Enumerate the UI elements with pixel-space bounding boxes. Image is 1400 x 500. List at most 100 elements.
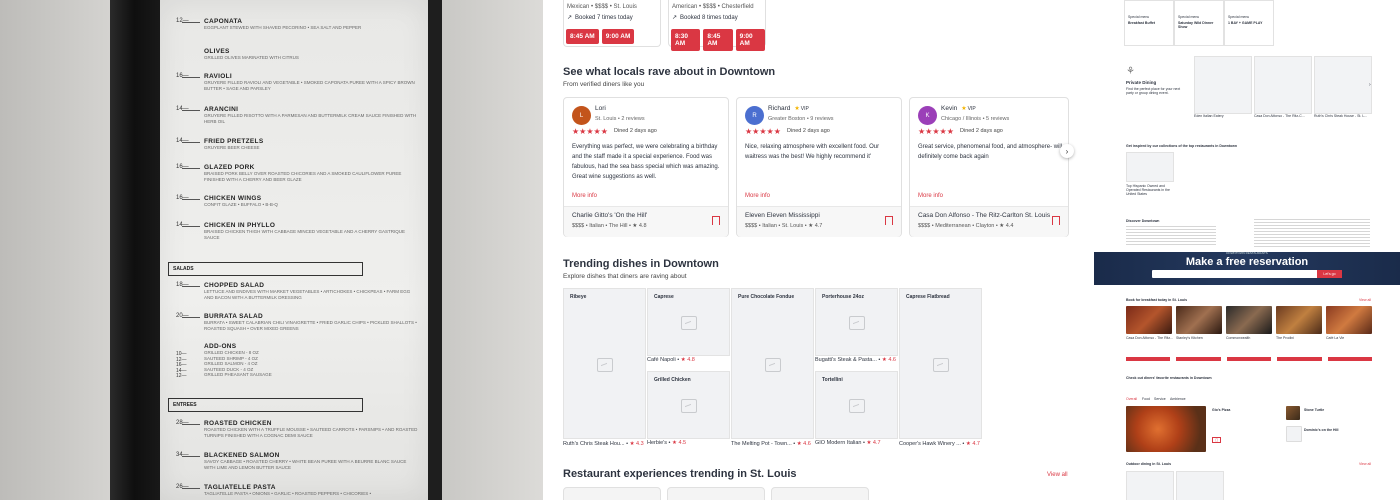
- bookmark-icon[interactable]: [885, 216, 893, 225]
- restaurant-photo[interactable]: [1126, 306, 1172, 334]
- dish-caption[interactable]: The Melting Pot - Town... • ★ 4.6: [731, 441, 811, 447]
- tab-ambience[interactable]: Ambience: [1170, 397, 1186, 401]
- dish-card[interactable]: Ribeye: [563, 288, 646, 439]
- view-all-link[interactable]: View all: [1359, 462, 1371, 466]
- dish-card[interactable]: Caprese: [647, 288, 730, 356]
- restaurant-button[interactable]: ▢: [1212, 437, 1222, 443]
- restaurant-photo[interactable]: [1276, 306, 1322, 334]
- special-card[interactable]: Special menu Saturday Wild Dinner Show: [1174, 0, 1224, 46]
- bookmark-icon[interactable]: [1052, 216, 1060, 225]
- dish-caption[interactable]: Café Napoli • ★ 4.8: [647, 357, 695, 363]
- private-dining-title: Private Dining: [1126, 80, 1157, 85]
- restaurant-name[interactable]: Eleven Eleven Mississippi: [745, 212, 820, 219]
- dish-caption[interactable]: GIO Modern Italian • ★ 4.7: [815, 440, 881, 446]
- restaurant-name[interactable]: Casa Don Alfonso - The Ritz...: [1126, 336, 1173, 340]
- tab-overall[interactable]: Overall: [1126, 397, 1137, 401]
- special-card[interactable]: Special menu 1 BAY + GAME PLAY: [1224, 0, 1274, 46]
- dish-card[interactable]: Pure Chocolate Fondue: [731, 288, 814, 439]
- private-dining-name[interactable]: Ruth's Chris Steak House - St. L...: [1314, 114, 1367, 118]
- chevron-right-icon: ›: [1065, 146, 1069, 156]
- more-info-link[interactable]: More info: [918, 193, 943, 199]
- time-slot-button[interactable]: 9:00 AM: [735, 29, 765, 51]
- restaurant-photo[interactable]: [1286, 426, 1302, 442]
- private-dining-card[interactable]: [1194, 56, 1252, 114]
- private-dining-subtitle: Find the perfect place for your next par…: [1126, 87, 1181, 95]
- dined-date: Dined 2 days ago: [614, 128, 657, 134]
- restaurant-photo[interactable]: [1176, 306, 1222, 334]
- restaurant-name[interactable]: Café La Vie: [1326, 336, 1344, 340]
- lets-go-button[interactable]: Let's go: [1317, 270, 1342, 278]
- more-info-link[interactable]: More info: [572, 193, 597, 199]
- private-dining-card[interactable]: [1254, 56, 1312, 114]
- experience-card[interactable]: [563, 487, 661, 500]
- restaurant-card[interactable]: Mexican • $$$$ • St. Louis ↗ Booked 7 tim…: [563, 0, 661, 47]
- restaurant-name[interactable]: Charlie Gitto's 'On the Hill': [572, 212, 647, 219]
- dish-card[interactable]: Grilled Chicken: [647, 371, 730, 439]
- dish-caption[interactable]: Bugatti's Steak & Pasta... • ★ 4.6: [815, 357, 896, 363]
- restaurant-card[interactable]: American • $$$$ • Chesterfield ↗ Booked 8…: [668, 0, 766, 51]
- restaurant-name[interactable]: Stone Turtle: [1304, 408, 1324, 412]
- dish-caption[interactable]: Herbie's • ★ 4.5: [647, 440, 686, 446]
- experience-card[interactable]: [667, 487, 765, 500]
- dish-card[interactable]: Caprese Flatbread: [899, 288, 982, 439]
- time-slot-button[interactable]: 8:30 AM: [671, 29, 701, 51]
- menu-item: 26— TAGLIATELLE PASTA TAGLIATELLE PASTA •…: [176, 484, 372, 496]
- restaurant-photo[interactable]: [1126, 406, 1206, 452]
- private-dining-name[interactable]: Eden Italian Eatery: [1194, 114, 1224, 118]
- time-slot-button[interactable]: 8:45 AM: [566, 29, 599, 44]
- dish-caption[interactable]: Ruth's Chris Steak Hou... • ★ 4.3: [563, 441, 644, 447]
- restaurant-name[interactable]: Gio's Pizza: [1212, 408, 1230, 412]
- outdoor-card[interactable]: [1176, 471, 1224, 500]
- dish-card[interactable]: Tortellini: [815, 371, 898, 439]
- bookmark-icon[interactable]: [712, 216, 720, 225]
- restaurant-meta: American • $$$$ • Chesterfield: [672, 4, 754, 10]
- restaurant-name[interactable]: Stanley's Kitchen: [1176, 336, 1203, 340]
- dish-caption[interactable]: Cooper's Hawk Winery ... • ★ 4.7: [899, 441, 980, 447]
- avatar: K: [918, 106, 937, 125]
- review-restaurant[interactable]: Eleven Eleven Mississippi $$$$ • Italian…: [737, 206, 901, 237]
- restaurant-name[interactable]: Commonwealth: [1226, 336, 1250, 340]
- restaurant-name[interactable]: Casa Don Alfonso - The Ritz-Carlton St. …: [918, 212, 1050, 219]
- reservation-search-bar[interactable]: [1152, 270, 1342, 278]
- menu-item: 12— CAPONATA EGGPLANT STEWED WITH SHAVED …: [176, 18, 362, 30]
- view-all-link[interactable]: View all: [1047, 472, 1068, 478]
- reviewer-location: Chicago / Illinois • 5 reviews: [941, 116, 1010, 122]
- vip-badge: VIP: [961, 106, 975, 112]
- dish-card[interactable]: Porterhouse 24oz: [815, 288, 898, 356]
- tab-food[interactable]: Food: [1142, 397, 1150, 401]
- restaurant-name[interactable]: The Prodini: [1276, 336, 1294, 340]
- dish-label: Porterhouse 24oz: [822, 294, 864, 300]
- menu-item: 14— ARANCINI GRUYERE FILLED RISOTTO WITH …: [176, 106, 417, 124]
- review-text: Great service, phenomenal food, and atmo…: [918, 144, 1063, 160]
- time-slot-button[interactable]: 8:45 AM: [703, 29, 733, 51]
- image-placeholder-icon: [681, 316, 697, 330]
- outdoor-card[interactable]: [1126, 471, 1174, 500]
- reservation-banner: DOWNTOWN RESTAURANTS Make a free reserva…: [1094, 251, 1400, 285]
- private-dining-name[interactable]: Casa Don Alfonso - The Ritz-C...: [1254, 114, 1305, 118]
- special-card[interactable]: Special menu Breakfast Buffet: [1124, 0, 1174, 46]
- restaurant-photo[interactable]: [1286, 406, 1300, 420]
- collection-card[interactable]: [1126, 152, 1174, 182]
- restaurant-photo[interactable]: [1326, 306, 1372, 334]
- more-info-link[interactable]: More info: [745, 193, 770, 199]
- reviewer-location: St. Louis • 2 reviews: [595, 116, 645, 122]
- table-surface: [442, 0, 543, 500]
- carousel-next-button[interactable]: ›: [1060, 144, 1074, 158]
- review-restaurant[interactable]: Charlie Gitto's 'On the Hill' $$$$ • Ita…: [564, 206, 728, 237]
- view-all-link[interactable]: View all: [1359, 298, 1371, 302]
- tab-service[interactable]: Service: [1154, 397, 1166, 401]
- review-restaurant[interactable]: Casa Don Alfonso - The Ritz-Carlton St. …: [910, 206, 1068, 237]
- restaurant-photo[interactable]: [1226, 306, 1272, 334]
- chevron-right-icon[interactable]: ›: [1369, 82, 1371, 88]
- time-slot-button[interactable]: 9:00 AM: [601, 29, 635, 44]
- trend-icon: ↗: [672, 15, 678, 21]
- private-dining-card[interactable]: [1314, 56, 1372, 114]
- collection-name[interactable]: Top Hispanic Owned and Operated Restaura…: [1126, 184, 1172, 196]
- menu-item: 16— CHICKEN WINGS CONFIT GLAZE • BUFFALO …: [176, 195, 278, 207]
- experience-card[interactable]: [771, 487, 869, 500]
- reviews-title: See what locals rave about in Downtown: [563, 66, 776, 78]
- review-card: L Lori St. Louis • 2 reviews ★★★★★ Dined…: [563, 97, 729, 237]
- dined-date: Dined 2 days ago: [960, 128, 1003, 134]
- restaurant-name[interactable]: Dominic's on the Hill: [1304, 428, 1338, 432]
- booked-count: ↗ Booked 7 times today: [567, 14, 633, 22]
